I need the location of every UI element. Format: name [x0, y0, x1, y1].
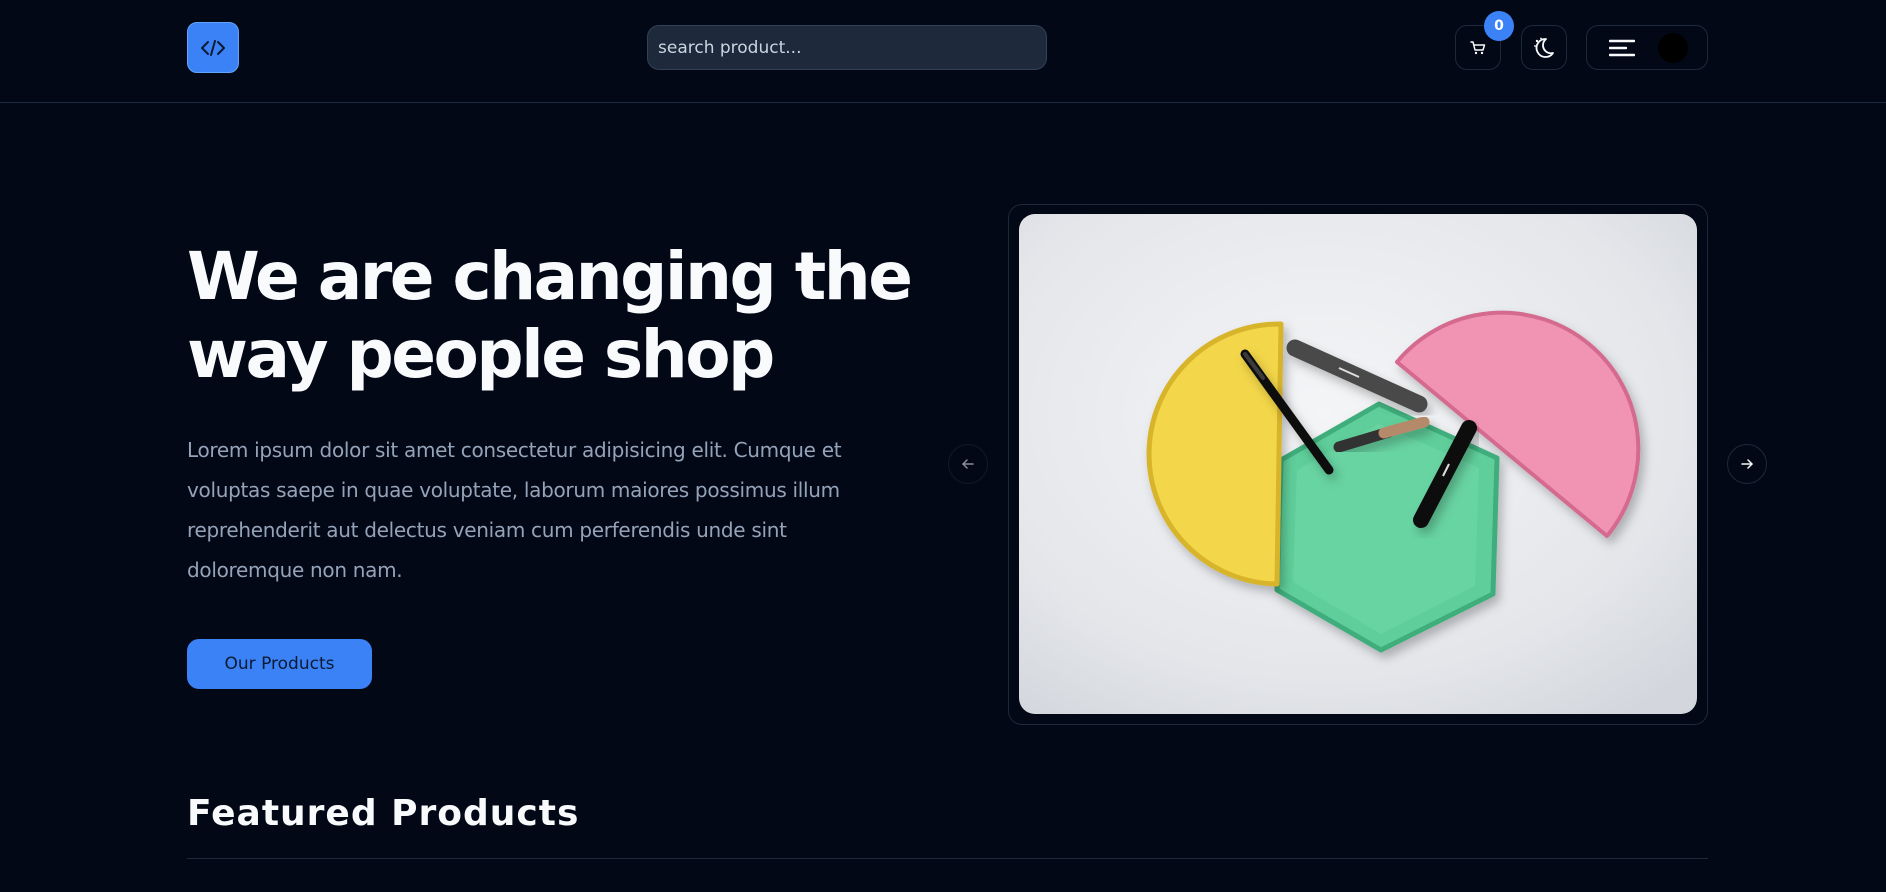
our-products-button[interactable]: Our Products — [187, 639, 372, 689]
user-menu-button[interactable] — [1586, 25, 1708, 70]
logo[interactable] — [187, 22, 239, 73]
carousel-prev-button[interactable] — [948, 444, 988, 484]
moon-stars-icon — [1534, 37, 1554, 58]
arrow-right-icon — [1741, 459, 1753, 469]
product-photo — [1019, 214, 1697, 714]
hamburger-menu-icon — [1609, 39, 1635, 57]
code-icon — [201, 39, 225, 56]
hero-title: We are changing the way people shop — [187, 238, 913, 393]
cart-icon — [1470, 40, 1486, 54]
hero-description: Lorem ipsum dolor sit amet consectetur a… — [187, 438, 842, 582]
cart-count-badge: 0 — [1484, 11, 1514, 41]
product-carousel — [1008, 204, 1708, 725]
section-divider — [187, 858, 1708, 859]
arrow-left-icon — [962, 459, 974, 469]
carousel-next-button[interactable] — [1727, 444, 1767, 484]
carousel-slide-image — [1019, 214, 1697, 714]
avatar — [1658, 33, 1688, 63]
site-header: 0 — [0, 0, 1886, 103]
theme-toggle-button[interactable] — [1521, 25, 1567, 70]
featured-products-heading: Featured Products — [187, 793, 580, 834]
search-input[interactable] — [647, 25, 1047, 70]
